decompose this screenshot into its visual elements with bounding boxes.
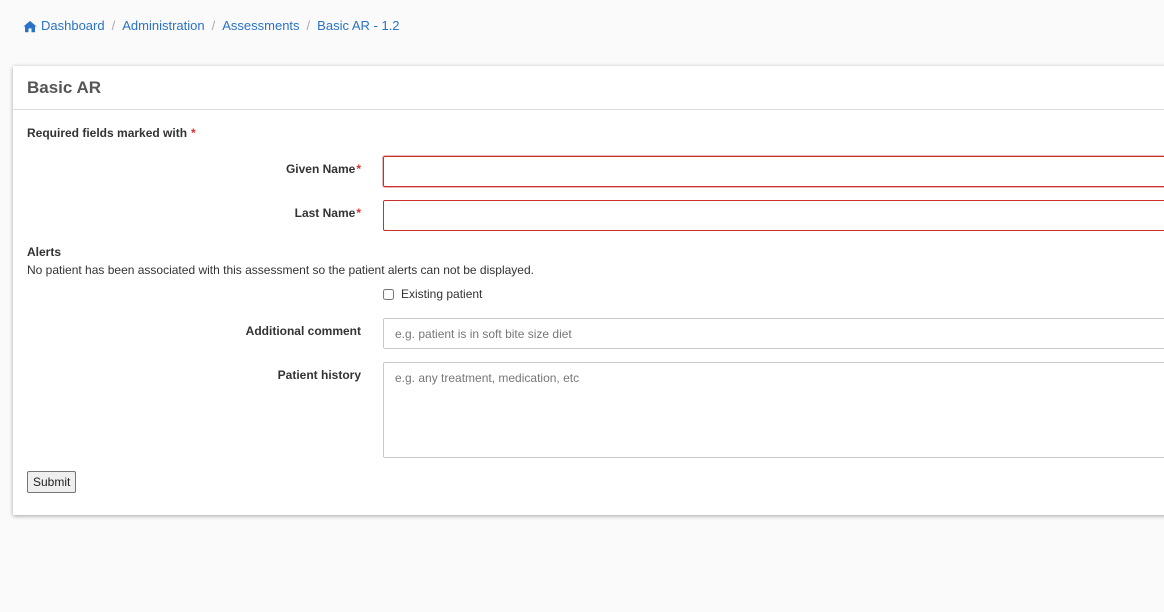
last-name-label: Last Name* (295, 206, 361, 220)
breadcrumb-separator: / (111, 18, 116, 33)
required-star: * (356, 206, 361, 220)
breadcrumb-separator: / (306, 18, 311, 33)
last-name-input[interactable] (383, 200, 1164, 231)
breadcrumb-administration[interactable]: Administration (122, 18, 204, 33)
given-name-label-text: Given Name (285, 162, 356, 176)
given-name-label: Given Name* (286, 162, 361, 176)
assessment-card: Basic AR Required fields marked with * Gi… (13, 66, 1164, 515)
required-star: * (356, 162, 361, 176)
breadcrumb-separator: / (211, 18, 216, 33)
existing-patient-checkbox[interactable] (383, 288, 394, 300)
submit-button[interactable]: Submit (27, 471, 77, 493)
card-header: Basic AR (13, 66, 1164, 110)
breadcrumb-dashboard[interactable]: Dashboard (41, 18, 105, 33)
additional-comment-label: Additional comment (245, 324, 361, 338)
required-star: * (191, 126, 196, 140)
patient-history-label: Patient history (277, 368, 361, 382)
additional-comment-input[interactable] (383, 318, 1164, 349)
existing-patient-label: Existing patient (401, 287, 483, 301)
breadcrumb: Dashboard / Administration / Assessments… (23, 18, 400, 33)
page-title: Basic AR (27, 77, 102, 97)
given-name-input[interactable] (383, 156, 1164, 187)
breadcrumb-current[interactable]: Basic AR - 1.2 (317, 18, 399, 33)
last-name-label-text: Last Name (294, 206, 356, 220)
alerts-message: No patient has been associated with this… (27, 263, 534, 277)
patient-history-textarea[interactable] (383, 362, 1164, 458)
existing-patient-option[interactable]: Existing patient (383, 287, 482, 301)
alerts-heading: Alerts (27, 245, 62, 259)
breadcrumb-assessments[interactable]: Assessments (222, 18, 299, 33)
required-note-text: Required fields marked with (27, 126, 188, 140)
home-icon[interactable] (23, 20, 37, 33)
required-fields-note: Required fields marked with * (27, 126, 196, 140)
